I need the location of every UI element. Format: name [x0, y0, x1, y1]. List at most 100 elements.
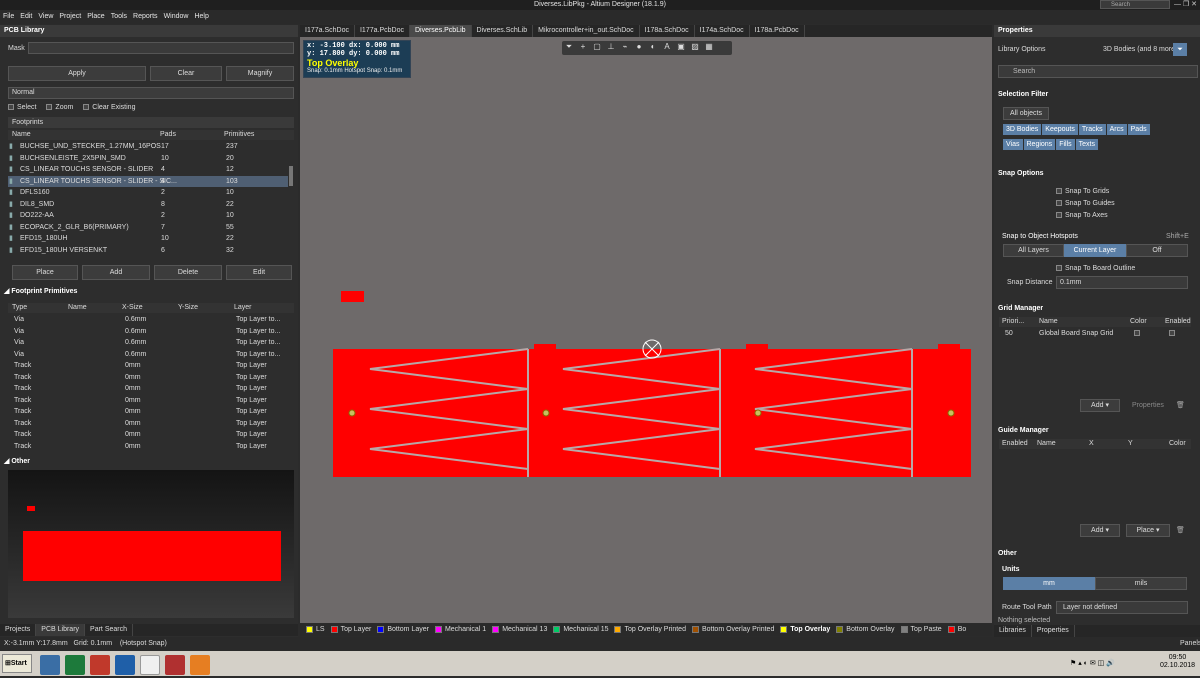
panels-button[interactable]: Panels [1180, 637, 1200, 651]
col-priority[interactable]: Priori... [1002, 317, 1024, 327]
units-mm[interactable]: mm [1003, 577, 1095, 590]
filter-vias[interactable]: Vias [1003, 139, 1023, 150]
col-xsize[interactable]: X-Size [122, 303, 143, 313]
menu-project[interactable]: Project [56, 10, 84, 23]
altium-icon[interactable] [140, 655, 160, 676]
menu-file[interactable]: File [0, 10, 17, 23]
snap-grids-checkbox[interactable] [1056, 188, 1062, 195]
grid-manager-header[interactable]: Grid Manager [998, 305, 1043, 312]
trash-icon[interactable]: 🗑 [1176, 526, 1185, 534]
col-ysize[interactable]: Y-Size [178, 303, 198, 313]
col-layer[interactable]: Layer [234, 303, 252, 313]
col-pads[interactable]: Pads [160, 130, 176, 140]
magnify-button[interactable]: Magnify [226, 66, 294, 81]
properties-search[interactable]: Search [998, 65, 1198, 78]
primitives-header[interactable]: ◢ Footprint Primitives [4, 287, 77, 295]
tab-pcb-library[interactable]: PCB Library [36, 624, 86, 636]
snap-distance-select[interactable]: 0.1mm [1056, 276, 1188, 289]
tab-properties[interactable]: Properties [1032, 625, 1075, 637]
footprint-row[interactable]: ▮ EFD15_180UH 10 22 [8, 233, 288, 245]
outlook-icon[interactable] [115, 655, 135, 676]
layer-tab[interactable]: Top Paste [900, 624, 942, 636]
clear-existing-checkbox[interactable] [83, 104, 90, 111]
snap-axes-checkbox[interactable] [1056, 212, 1062, 219]
grid-properties-button[interactable]: Properties [1132, 402, 1164, 409]
firefox-icon[interactable] [190, 655, 210, 676]
layer-tab[interactable]: Bottom Overlay [836, 624, 895, 636]
menu-window[interactable]: Window [161, 10, 192, 23]
scrollbar[interactable] [289, 166, 293, 186]
mode-select[interactable]: Normal [8, 87, 294, 99]
menu-reports[interactable]: Reports [130, 10, 161, 23]
menu-view[interactable]: View [35, 10, 56, 23]
col-primitives[interactable]: Primitives [224, 130, 254, 140]
primitive-row[interactable]: Via 0.6mm Top Layer to... [8, 337, 288, 349]
primitive-row[interactable]: Via 0.6mm Top Layer to... [8, 349, 288, 361]
route-tool-path-select[interactable]: Layer not defined [1056, 601, 1188, 614]
layer-tab[interactable]: Top Overlay Printed [614, 624, 686, 636]
menu-tools[interactable]: Tools [108, 10, 130, 23]
add-button[interactable]: Add [82, 265, 150, 280]
tab-libraries[interactable]: Libraries [994, 625, 1032, 637]
tab-doc-3[interactable]: Diverses.SchLib [472, 25, 534, 37]
filter-regions[interactable]: Regions [1023, 139, 1056, 150]
footprint-row[interactable]: ▮ CS_LINEAR TOUCHS SENSOR - SLIDER 4 12 [8, 164, 288, 176]
col-name[interactable]: Name [1037, 439, 1056, 449]
tab-doc-0[interactable]: I177a.SchDoc [300, 25, 355, 37]
col-color[interactable]: Color [1130, 317, 1147, 327]
layer-tab[interactable]: Mechanical 13 [492, 624, 547, 636]
layer-tab[interactable]: Mechanical 1 [434, 624, 486, 636]
col-enabled[interactable]: Enabled [1002, 439, 1028, 449]
trash-icon[interactable]: 🗑 [1176, 401, 1185, 409]
clock[interactable]: 09:50 02.10.2018 [1160, 654, 1195, 670]
primitive-row[interactable]: Via 0.6mm Top Layer to... [8, 314, 288, 326]
primitive-row[interactable]: Via 0.6mm Top Layer to... [8, 326, 288, 338]
grid-color-swatch[interactable] [1134, 330, 1140, 336]
guide-add-button[interactable]: Add ▾ [1080, 524, 1120, 537]
tab-doc-5[interactable]: I178a.SchDoc [640, 25, 695, 37]
menu-help[interactable]: Help [191, 10, 211, 23]
other-header[interactable]: Other [998, 550, 1017, 557]
col-y[interactable]: Y [1128, 439, 1133, 449]
snap-guides-checkbox[interactable] [1056, 200, 1062, 207]
filter-keepouts[interactable]: Keepouts [1042, 124, 1078, 135]
guide-place-button[interactable]: Place ▾ [1126, 524, 1170, 537]
tab-part-search[interactable]: Part Search [85, 624, 133, 636]
primitive-row[interactable]: Track 0mm Top Layer [8, 441, 288, 450]
tray-icons[interactable]: ⚑ ▴ ◐ ✉ ◫ 🔊 [1070, 651, 1115, 676]
footprint-row[interactable]: ▮ ECOPACK_2_GLR_B6(PRIMARY) 7 55 [8, 222, 288, 234]
layer-tab[interactable]: Bo [947, 624, 966, 636]
footprint-row[interactable]: ▮ DIL8_SMD 8 22 [8, 199, 288, 211]
tab-doc-7[interactable]: I178a.PcbDoc [750, 25, 805, 37]
grid-row[interactable]: 50 Global Board Snap Grid [999, 328, 1191, 339]
filter-icon[interactable]: ⏷ [1173, 43, 1187, 56]
primitive-row[interactable]: Track 0mm Top Layer [8, 395, 288, 407]
col-name[interactable]: Name [68, 303, 87, 313]
tab-projects[interactable]: Projects [0, 624, 37, 636]
snap-options-header[interactable]: Snap Options [998, 170, 1044, 177]
search-input[interactable]: Search [1100, 0, 1170, 9]
place-button[interactable]: Place [12, 265, 78, 280]
hotspot-off[interactable]: Off [1126, 244, 1188, 257]
filter-arcs[interactable]: Arcs [1106, 124, 1127, 135]
footprint-row[interactable]: ▮ CS_LINEAR TOUCHS SENSOR - SLIDER - SIC.… [8, 175, 288, 187]
select-checkbox[interactable] [8, 104, 14, 111]
filter-fills[interactable]: Fills [1056, 139, 1075, 150]
apply-button[interactable]: Apply [8, 66, 146, 81]
window-controls[interactable]: — ❐ ✕ [1174, 0, 1197, 8]
primitive-row[interactable]: Track 0mm Top Layer [8, 406, 288, 418]
menu-edit[interactable]: Edit [17, 10, 35, 23]
col-type[interactable]: Type [12, 303, 27, 313]
hotspot-current-layer[interactable]: Current Layer [1064, 244, 1126, 257]
explorer-icon[interactable] [40, 655, 60, 676]
pcb-canvas[interactable]: ⏷ + ▢ ⊥ ⌁ ● ◐ A ▣ ▨ ▦ x: -3.100 dx: 0.000 mm y: 17… [300, 37, 992, 623]
primitive-row[interactable]: Track 0mm Top Layer [8, 360, 288, 372]
primitive-row[interactable]: Track 0mm Top Layer [8, 372, 288, 384]
hotspot-all-layers[interactable]: All Layers [1003, 244, 1064, 257]
col-enabled[interactable]: Enabled [1165, 317, 1191, 327]
col-name[interactable]: Name [12, 130, 31, 140]
mask-input[interactable] [28, 42, 294, 54]
layer-tab[interactable]: Top Overlay [780, 624, 830, 636]
all-objects-button[interactable]: All objects [1003, 107, 1049, 120]
layer-tab[interactable]: Mechanical 15 [553, 624, 608, 636]
